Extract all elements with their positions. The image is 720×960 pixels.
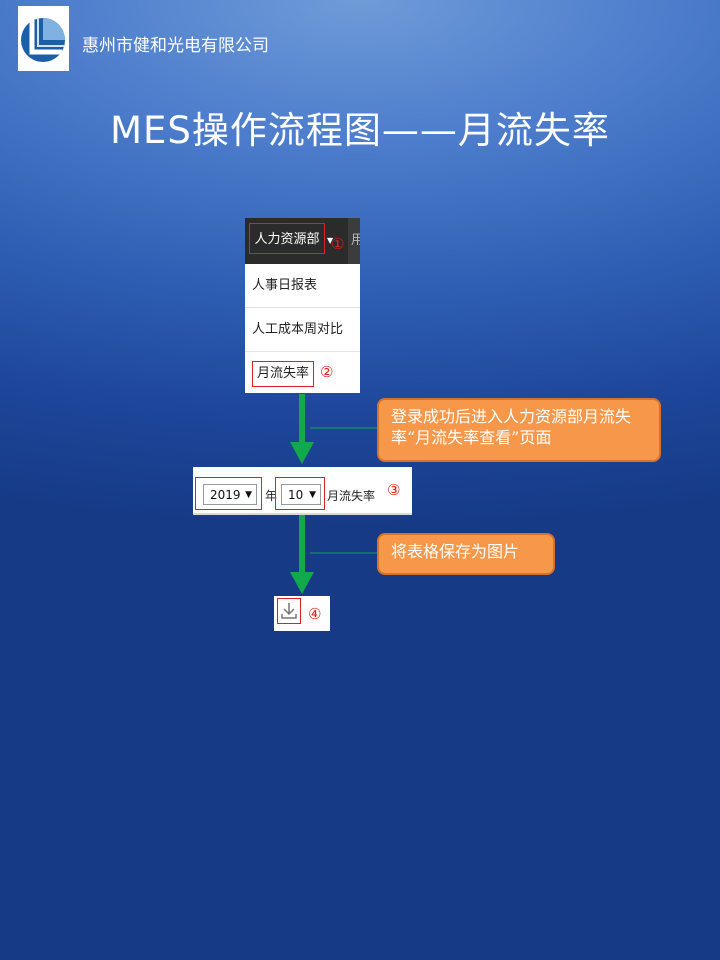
note-save-image: 将表格保存为图片	[377, 533, 555, 575]
month-value: 10	[288, 488, 304, 502]
note-enter-page: 登录成功后进入人力资源部月流失率“月流失率查看”页面	[377, 398, 661, 462]
menu-item-daily-report[interactable]: 人事日报表	[245, 264, 360, 308]
hr-department-menu[interactable]: 人力资源部	[249, 223, 325, 254]
step-3-marker: ③	[387, 481, 401, 499]
download-button[interactable]	[277, 598, 301, 624]
date-filter-form: 2019 ▼ 年 10 ▼ 月流失率	[193, 467, 412, 515]
menu-item-monthly-turnover[interactable]: 月流失率	[245, 352, 360, 396]
month-unit: 月流失率	[327, 489, 376, 503]
year-select[interactable]: 2019 ▼	[203, 484, 257, 505]
chevron-down-icon: ▼	[245, 490, 252, 500]
menu-item-labor-cost[interactable]: 人工成本周对比	[245, 308, 360, 352]
download-icon	[281, 603, 297, 619]
step-4-marker: ④	[308, 605, 322, 623]
month-select[interactable]: 10 ▼	[281, 484, 321, 505]
year-value: 2019	[210, 488, 241, 502]
step-1-marker: ①	[331, 235, 345, 253]
step-2-marker: ②	[320, 363, 334, 381]
monthly-turnover-label: 月流失率	[252, 361, 315, 387]
chevron-down-icon: ▼	[309, 490, 316, 500]
download-panel: ④	[274, 596, 330, 631]
next-nav-item[interactable]: 用	[348, 218, 360, 264]
